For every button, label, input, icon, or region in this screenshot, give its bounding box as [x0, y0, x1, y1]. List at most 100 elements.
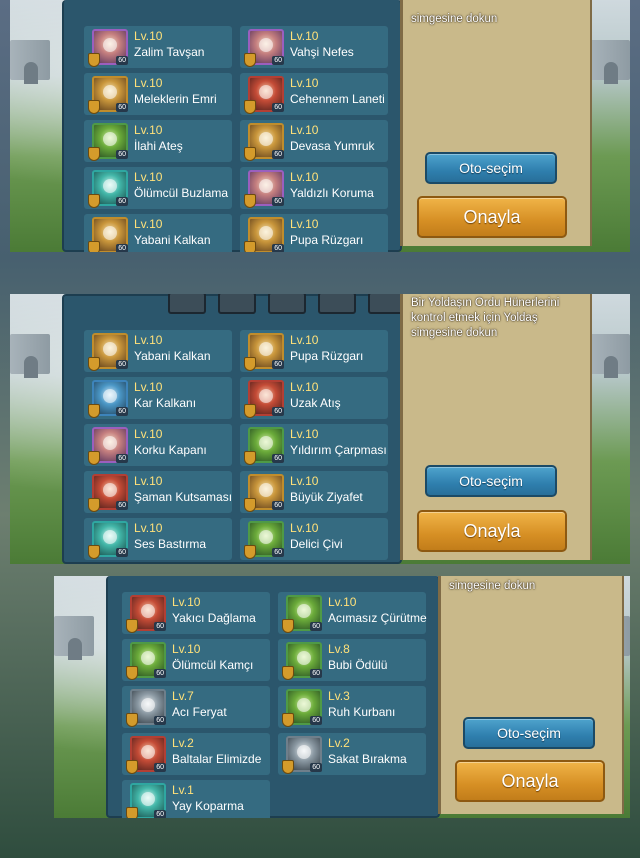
shield-icon	[88, 404, 100, 418]
skill-item[interactable]: 60 Lv.1 Yay Koparma	[122, 780, 270, 818]
skill-icon: 60	[244, 123, 284, 161]
skill-item[interactable]: 60 Lv.10 Pupa Rüzgarı	[240, 214, 388, 252]
side-panel: Bir Yoldaşın Ordu Hünerlerini kontrol et…	[400, 294, 592, 560]
skill-item[interactable]: 60 Lv.10 Vahşi Nefes	[240, 26, 388, 68]
skill-icon: 60	[88, 217, 128, 252]
side-panel: simgesine dokun Oto-seçim Onayla	[438, 576, 624, 814]
skill-item[interactable]: 60 Lv.10 Yakıcı Dağlama	[122, 592, 270, 634]
skill-item[interactable]: 60 Lv.2 Sakat Bırakma	[278, 733, 426, 775]
skill-item[interactable]: 60 Lv.10 Yaldızlı Koruma	[240, 167, 388, 209]
shield-icon	[244, 545, 256, 559]
skill-item[interactable]: 60 Lv.10 Delici Çivi	[240, 518, 388, 560]
skill-item[interactable]: 60 Lv.10 İlahi Ateş	[84, 120, 232, 162]
skill-item[interactable]: 60 Lv.10 Acımasız Çürütme	[278, 592, 427, 634]
skill-item[interactable]: 60 Lv.10 Ölümcül Kamçı	[122, 639, 270, 681]
shield-icon	[126, 666, 138, 680]
level-badge: 60	[116, 150, 128, 159]
skill-level: Lv.2	[328, 736, 350, 750]
confirm-button[interactable]: Onayla	[455, 760, 605, 802]
shield-icon	[244, 357, 256, 371]
skill-icon: 60	[88, 474, 128, 512]
shield-icon	[88, 357, 100, 371]
skill-item[interactable]: 60 Lv.10 Yabani Kalkan	[84, 330, 232, 372]
skill-item[interactable]: 60 Lv.10 Büyük Ziyafet	[240, 471, 388, 513]
level-badge: 60	[272, 197, 284, 206]
skill-name: Ölümcül Buzlama	[134, 186, 229, 200]
skill-item[interactable]: 60 Lv.10 Yıldırım Çarpması	[240, 424, 388, 466]
castle-arch	[68, 638, 82, 660]
level-badge: 60	[116, 103, 128, 112]
shield-icon	[244, 451, 256, 465]
skill-item[interactable]: 60 Lv.8 Bubi Ödülü	[278, 639, 426, 681]
skill-select-panel-2: 60 Lv.10 Yabani Kalkan 60 Lv.10 Pupa Rüz…	[10, 294, 630, 564]
skill-item[interactable]: 60 Lv.10 Ses Bastırma	[84, 518, 232, 560]
confirm-button[interactable]: Onayla	[417, 510, 567, 552]
shield-icon	[126, 760, 138, 774]
skill-item[interactable]: 60 Lv.2 Baltalar Elimizde	[122, 733, 270, 775]
skill-item[interactable]: 60 Lv.10 Meleklerin Emri	[84, 73, 232, 115]
skill-icon: 60	[282, 642, 322, 680]
skill-icon: 60	[88, 380, 128, 418]
skill-icon: 60	[88, 427, 128, 465]
skill-level: Lv.10	[290, 170, 319, 184]
confirm-button[interactable]: Onayla	[417, 196, 567, 238]
skill-name: Ölümcül Kamçı	[172, 658, 254, 672]
skill-name: Korku Kapanı	[134, 443, 207, 457]
shield-icon	[244, 498, 256, 512]
skill-item[interactable]: 60 Lv.10 Devasa Yumruk	[240, 120, 388, 162]
skill-item[interactable]: 60 Lv.10 Uzak Atış	[240, 377, 388, 419]
level-badge: 60	[272, 103, 284, 112]
auto-select-button[interactable]: Oto-seçim	[425, 152, 557, 184]
level-badge: 60	[116, 407, 128, 416]
skill-list[interactable]: 60 Lv.10 Yabani Kalkan 60 Lv.10 Pupa Rüz…	[62, 294, 406, 564]
auto-select-button[interactable]: Oto-seçim	[425, 465, 557, 497]
skill-item[interactable]: 60 Lv.10 Cehennem Laneti	[240, 73, 388, 115]
skill-name: Yabani Kalkan	[134, 233, 211, 247]
shield-icon	[88, 147, 100, 161]
skill-item[interactable]: 60 Lv.3 Ruh Kurbanı	[278, 686, 426, 728]
skill-level: Lv.10	[290, 380, 319, 394]
skill-level: Lv.10	[134, 333, 163, 347]
familiar-slot[interactable]	[268, 294, 306, 314]
shield-icon	[88, 498, 100, 512]
skill-item[interactable]: 60 Lv.10 Ölümcül Buzlama	[84, 167, 232, 209]
skill-name: Pupa Rüzgarı	[290, 233, 364, 247]
skill-list[interactable]: 60 Lv.10 Zalim Tavşan 60 Lv.10 Vahşi Nef…	[62, 0, 402, 252]
skill-item[interactable]: 60 Lv.10 Kar Kalkanı	[84, 377, 232, 419]
skill-name: Yay Koparma	[172, 799, 244, 813]
skill-level: Lv.2	[172, 736, 194, 750]
level-badge: 60	[310, 622, 322, 631]
skill-level: Lv.8	[328, 642, 350, 656]
skill-icon: 60	[88, 123, 128, 161]
level-badge: 60	[154, 669, 166, 678]
skill-level: Lv.10	[328, 595, 357, 609]
skill-name: Cehennem Laneti	[290, 92, 385, 106]
shield-icon	[126, 807, 138, 818]
level-badge: 60	[310, 716, 322, 725]
skill-list[interactable]: 60 Lv.10 Yakıcı Dağlama 60 Lv.10 Acıması…	[106, 576, 440, 818]
skill-item[interactable]: 60 Lv.10 Yabani Kalkan	[84, 214, 232, 252]
level-badge: 60	[116, 501, 128, 510]
skill-name: Yabani Kalkan	[134, 349, 211, 363]
skill-item[interactable]: 60 Lv.10 Korku Kapanı	[84, 424, 232, 466]
skill-item[interactable]: 60 Lv.7 Acı Feryat	[122, 686, 270, 728]
familiar-slot[interactable]	[318, 294, 356, 314]
side-panel: simgesine dokun Oto-seçim Onayla	[400, 0, 592, 246]
skill-level: Lv.10	[290, 474, 319, 488]
skill-icon: 60	[126, 736, 166, 774]
shield-icon	[126, 713, 138, 727]
familiar-slot[interactable]	[218, 294, 256, 314]
skill-item[interactable]: 60 Lv.10 Pupa Rüzgarı	[240, 330, 388, 372]
skill-name: Baltalar Elimizde	[172, 752, 262, 766]
familiar-slot[interactable]	[168, 294, 206, 314]
skill-icon: 60	[244, 217, 284, 252]
skill-level: Lv.10	[134, 521, 163, 535]
skill-icon: 60	[244, 380, 284, 418]
skill-item[interactable]: 60 Lv.10 Zalim Tavşan	[84, 26, 232, 68]
skill-item[interactable]: 60 Lv.10 Şaman Kutsaması	[84, 471, 232, 513]
auto-select-button[interactable]: Oto-seçim	[463, 717, 595, 749]
skill-name: Yıldırım Çarpması	[290, 443, 387, 457]
instruction-text: simgesine dokun	[449, 580, 536, 592]
skill-icon: 60	[88, 29, 128, 67]
skill-level: Lv.10	[172, 595, 201, 609]
